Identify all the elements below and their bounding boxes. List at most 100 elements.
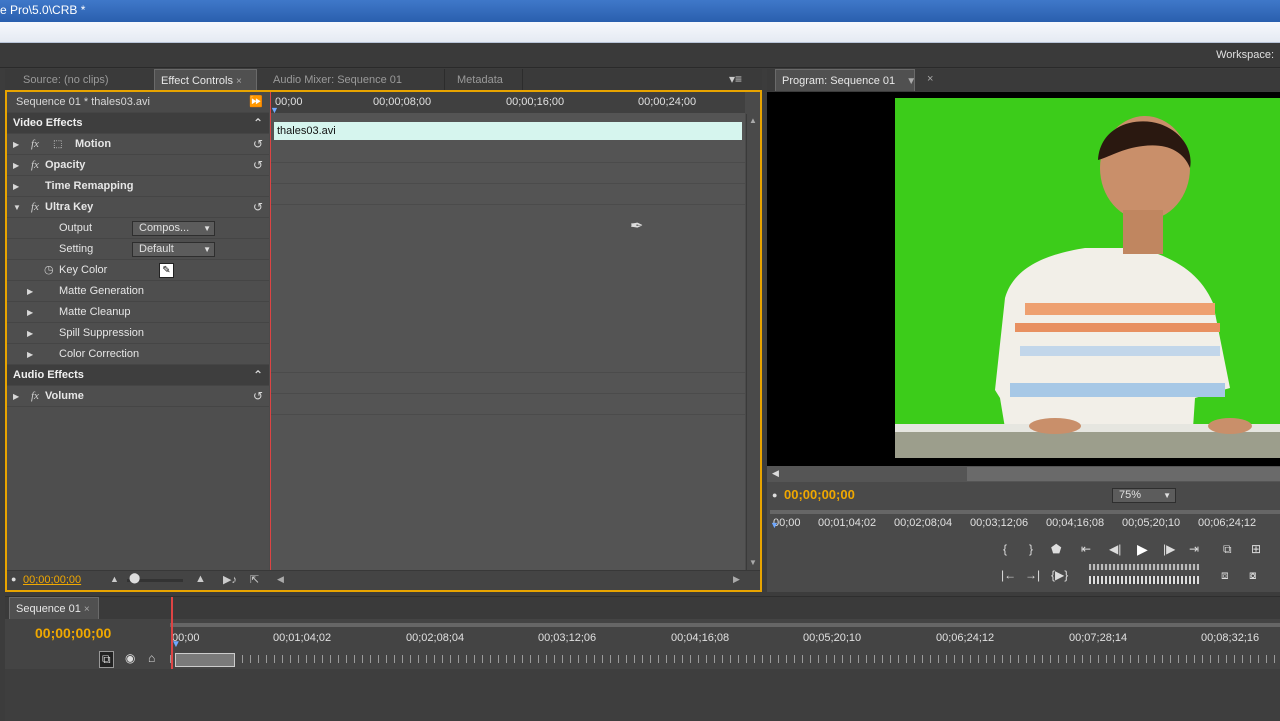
tab-audio-mixer[interactable]: Audio Mixer: Sequence 01 (267, 69, 445, 91)
fx-icon[interactable]: fx (31, 197, 39, 218)
scroll-down-icon[interactable]: ▼ (749, 558, 757, 567)
setting-dropdown[interactable]: Default ▼ (132, 242, 215, 257)
program-timeline-track[interactable] (770, 510, 1280, 514)
fx-icon[interactable]: fx (31, 386, 39, 407)
output-dropdown[interactable]: Compos... ▼ (132, 221, 215, 236)
collapse-triangle-icon[interactable]: ▼ (13, 197, 21, 218)
reset-icon[interactable]: ↺ (253, 197, 263, 218)
program-video-frame[interactable] (895, 98, 1280, 458)
zoom-scroll-bar[interactable] (175, 653, 235, 667)
export-frame-icon[interactable]: ⧇ (1249, 568, 1257, 583)
panel-menu-icon[interactable]: ▾≡ (729, 72, 742, 86)
snap-icon[interactable]: ⧉ (99, 651, 114, 668)
tab-sequence-01[interactable]: Sequence 01 × (9, 597, 99, 619)
effect-timeline-area[interactable]: 00;00 00;00;08;00 00;00;16;00 00;00;24;0… (270, 92, 745, 570)
mark-in-icon[interactable]: { (1003, 542, 1007, 556)
mark-out-icon[interactable]: } (1029, 542, 1033, 556)
playhead-icon[interactable]: ▼ (171, 639, 181, 650)
play-audio-icon[interactable]: ▶♪ (223, 573, 237, 586)
playhead-icon[interactable]: ▼ (270, 105, 279, 115)
sequence-label: Sequence 01 * thales03.avi (16, 96, 150, 108)
scroll-thumb[interactable] (967, 467, 1280, 481)
zoom-level-dropdown[interactable]: 75% ▼ (1112, 488, 1176, 503)
chevron-down-icon[interactable]: ▼ (906, 76, 916, 87)
stopwatch-icon[interactable]: ◷ (44, 260, 54, 281)
effect-row-motion[interactable]: ▶ fx ⬚ Motion ↺ (7, 134, 269, 155)
effect-timecode[interactable]: 00;00;00;00 (23, 574, 81, 586)
close-icon[interactable]: × (84, 604, 90, 615)
play-icon[interactable]: ▶ (1137, 541, 1148, 558)
effect-row-time-remapping[interactable]: ▶ Time Remapping (7, 176, 269, 197)
expand-triangle-icon[interactable]: ▶ (13, 134, 19, 155)
param-row-matte-generation[interactable]: ▶ Matte Generation (7, 281, 269, 302)
reset-icon[interactable]: ↺ (253, 134, 263, 155)
expand-triangle-icon[interactable]: ▶ (27, 323, 33, 344)
program-timecode[interactable]: 00;00;00;00 (784, 487, 855, 502)
zoom-slider-handle[interactable]: ⬤ (129, 573, 140, 584)
expand-triangle-icon[interactable]: ▶ (13, 155, 19, 176)
close-icon[interactable]: × (236, 76, 242, 87)
track-area[interactable] (5, 669, 1280, 721)
set-marker-icon[interactable]: ⬟ (1051, 542, 1061, 556)
export-icon[interactable]: ⇱ (250, 573, 259, 586)
go-to-in-icon[interactable]: ⇤ (1081, 542, 1091, 556)
show-timeline-icon[interactable]: ⏩ (249, 92, 263, 113)
effect-name-time-remapping: Time Remapping (45, 180, 134, 192)
tab-program-sequence[interactable]: Program: Sequence 01 ▼ (775, 69, 916, 91)
param-row-matte-cleanup[interactable]: ▶ Matte Cleanup (7, 302, 269, 323)
expand-triangle-icon[interactable]: ▶ (27, 344, 33, 365)
param-spill-suppression-label: Spill Suppression (59, 327, 144, 339)
lift-icon[interactable]: ⧉ (1223, 542, 1232, 557)
shuttle-slider[interactable] (1089, 564, 1199, 570)
effect-row-opacity[interactable]: ▶ fx Opacity ↺ (7, 155, 269, 176)
expand-triangle-icon[interactable]: ▶ (27, 302, 33, 323)
jog-wheel[interactable] (1089, 576, 1199, 584)
collapse-icon[interactable]: ⌃ (253, 113, 263, 134)
scroll-left-icon[interactable]: ◀ (277, 574, 284, 585)
zoom-in-icon[interactable]: ▲ (195, 573, 206, 585)
fx-icon[interactable]: fx (31, 155, 39, 176)
extract-icon[interactable]: ⧈ (1221, 568, 1229, 583)
step-forward-icon[interactable]: |▶ (1163, 542, 1175, 556)
effect-row-volume[interactable]: ▶ fx Volume ↺ (7, 386, 269, 407)
reset-icon[interactable]: ↺ (253, 386, 263, 407)
reset-icon[interactable]: ↺ (253, 155, 263, 176)
zoom-out-icon[interactable]: ▲ (110, 574, 119, 584)
tab-source[interactable]: Source: (no clips) (17, 69, 155, 91)
scroll-right-icon[interactable]: ▶ (733, 574, 740, 585)
safe-margins-icon[interactable]: ⊞ (1251, 542, 1261, 556)
close-icon[interactable]: × (927, 73, 933, 85)
vertical-scrollbar[interactable]: ▲ ▼ (746, 114, 760, 570)
expand-triangle-icon[interactable]: ▶ (27, 281, 33, 302)
marker-icon[interactable]: ◉ (125, 651, 135, 665)
go-to-previous-edit-icon[interactable]: |← (1001, 568, 1016, 582)
tab-metadata[interactable]: Metadata (451, 69, 523, 91)
scroll-left-icon[interactable]: ◀ (772, 468, 779, 479)
param-row-spill-suppression[interactable]: ▶ Spill Suppression (7, 323, 269, 344)
step-back-icon[interactable]: ◀| (1109, 542, 1121, 556)
lock-icon[interactable]: ⌂ (148, 651, 155, 665)
effect-time-ruler[interactable]: 00;00 00;00;08;00 00;00;16;00 00;00;24;0… (270, 92, 745, 115)
fx-icon[interactable]: fx (31, 134, 39, 155)
workspace-label[interactable]: Workspace: (1216, 49, 1274, 61)
tab-effect-controls[interactable]: Effect Controls × (154, 69, 257, 91)
playhead-icon[interactable]: ▼ (770, 520, 779, 530)
collapse-icon[interactable]: ⌃ (253, 365, 263, 386)
program-horizontal-scrollbar[interactable]: ◀ (767, 466, 1280, 482)
sequence-work-area-bar[interactable] (170, 623, 1280, 627)
go-to-out-icon[interactable]: ⇥ (1189, 542, 1199, 556)
key-color-eyedropper-icon[interactable]: ✎ (159, 263, 174, 278)
sequence-timecode[interactable]: 00;00;00;00 (35, 625, 111, 641)
expand-triangle-icon[interactable]: ▶ (13, 176, 19, 197)
row-divider (270, 372, 745, 373)
expand-triangle-icon[interactable]: ▶ (13, 386, 19, 407)
scroll-up-icon[interactable]: ▲ (749, 116, 757, 125)
clip-bar[interactable]: thales03.avi (274, 122, 742, 140)
param-row-color-correction[interactable]: ▶ Color Correction (7, 344, 269, 365)
go-to-next-edit-icon[interactable]: →| (1025, 568, 1040, 582)
sequence-ruler-ticks[interactable] (170, 655, 1280, 663)
effect-tree: Sequence 01 * thales03.avi ⏩ Video Effec… (7, 92, 269, 570)
effect-row-ultra-key[interactable]: ▼ fx Ultra Key ↺ (7, 197, 269, 218)
play-in-to-out-icon[interactable]: {▶} (1051, 568, 1068, 582)
motion-transform-icon[interactable]: ⬚ (53, 134, 62, 155)
